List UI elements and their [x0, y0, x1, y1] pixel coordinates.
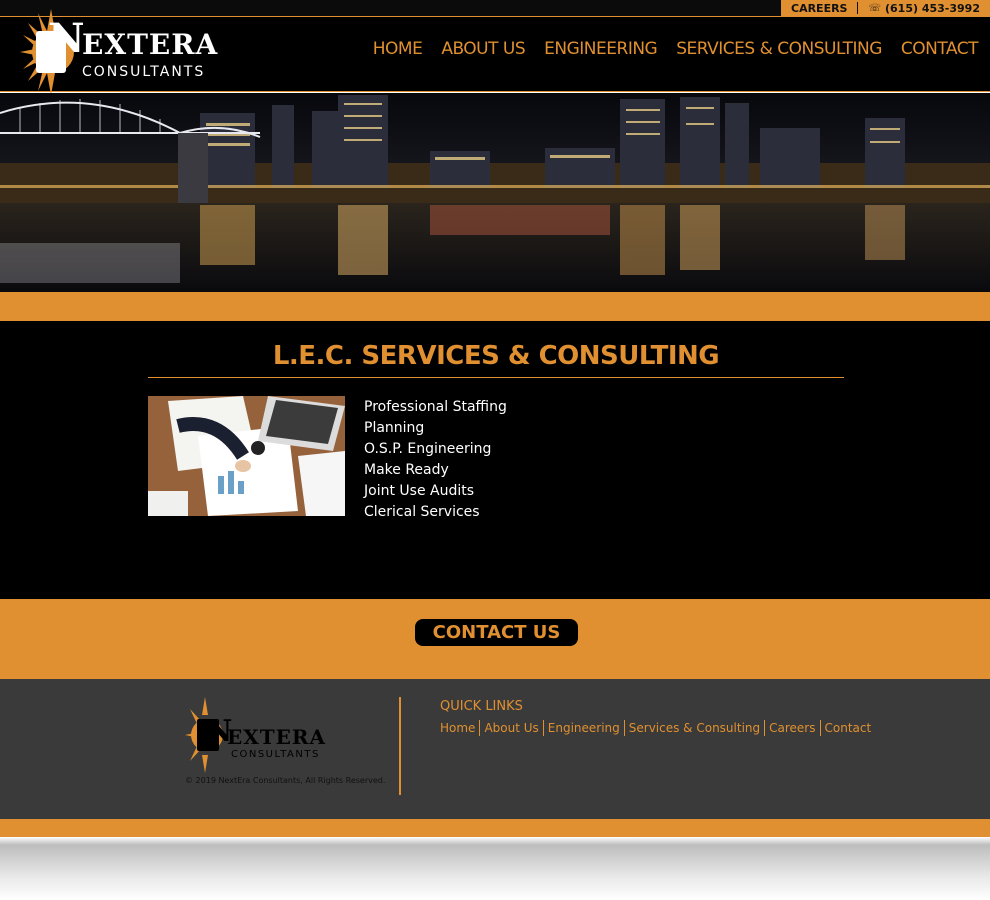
nav-home[interactable]: HOME — [373, 39, 423, 59]
logo-initial: N — [48, 15, 85, 62]
title-underline — [148, 377, 844, 378]
nav-contact[interactable]: CONTACT — [901, 39, 979, 59]
services-list: Professional Staffing Planning O.S.P. En… — [364, 397, 507, 523]
page-bottom-shadow — [0, 837, 990, 900]
list-item: Planning — [364, 420, 425, 436]
utility-links: CAREERS ☏ (615) 453-3992 — [781, 0, 990, 16]
utility-divider — [857, 2, 859, 14]
contact-us-button[interactable]: CONTACT US — [415, 619, 578, 646]
logo-subtitle: CONSULTANTS — [82, 64, 206, 80]
nav-about-us[interactable]: ABOUT US — [441, 39, 525, 59]
site-footer: N EXTERA CONSULTANTS © 2019 NextEra Cons… — [0, 679, 990, 819]
footer-link-engineering[interactable]: Engineering — [542, 720, 624, 736]
services-section: L.E.C. SERVICES & CONSULTING Professiona… — [0, 321, 990, 599]
site-header: N EXTERA CONSULTANTS HOME ABOUT US ENGIN… — [0, 9, 990, 95]
footer-link-contact[interactable]: Contact — [819, 720, 876, 736]
list-item: Clerical Services — [364, 504, 480, 520]
phone-icon: ☏ — [868, 2, 881, 14]
list-item: Joint Use Audits — [364, 483, 475, 499]
site-logo[interactable]: N EXTERA CONSULTANTS — [18, 5, 240, 97]
quick-links: Home About Us Engineering Services & Con… — [440, 720, 875, 736]
planning-desk-photo — [148, 396, 345, 516]
nav-engineering[interactable]: ENGINEERING — [544, 39, 658, 59]
skyline-illustration — [0, 93, 990, 292]
footer-logo-wordmark: EXTERA — [227, 725, 327, 749]
careers-link[interactable]: CAREERS — [791, 2, 847, 15]
phone-link[interactable]: (615) 453-3992 — [885, 2, 980, 15]
footer-logo-subtitle: CONSULTANTS — [231, 749, 320, 760]
desk-illustration — [148, 396, 345, 516]
contact-cta-band: CONTACT US — [0, 599, 990, 679]
hero-skyline-image — [0, 93, 990, 292]
list-item: O.S.P. Engineering — [364, 441, 492, 457]
copyright-text: © 2019 NextEra Consultants, All Rights R… — [185, 776, 386, 785]
nav-services-consulting[interactable]: SERVICES & CONSULTING — [676, 39, 882, 59]
footer-link-services-consulting[interactable]: Services & Consulting — [623, 720, 764, 736]
list-item: Professional Staffing — [364, 399, 507, 415]
footer-link-careers[interactable]: Careers — [764, 720, 819, 736]
quick-links-title: QUICK LINKS — [440, 699, 523, 714]
page-title: L.E.C. SERVICES & CONSULTING — [272, 341, 720, 371]
footer-logo[interactable]: N EXTERA CONSULTANTS — [185, 697, 360, 777]
footer-divider — [399, 697, 401, 795]
list-item: Make Ready — [364, 462, 449, 478]
orange-divider-band — [0, 292, 990, 321]
footer-bottom-band — [0, 819, 990, 837]
main-nav: HOME ABOUT US ENGINEERING SERVICES & CON… — [373, 39, 979, 59]
footer-link-about-us[interactable]: About Us — [479, 720, 542, 736]
logo-wordmark: EXTERA — [82, 28, 219, 61]
footer-link-home[interactable]: Home — [440, 720, 479, 736]
